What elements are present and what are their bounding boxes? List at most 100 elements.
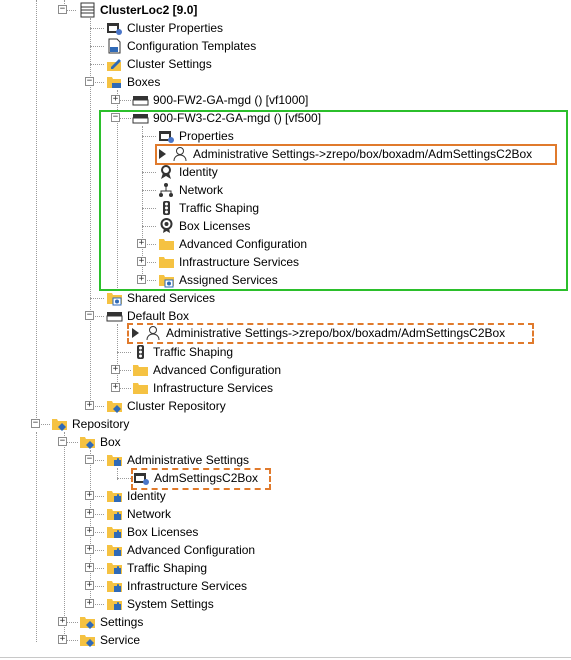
tree-item-shared-services[interactable]: Shared Services: [106, 289, 215, 307]
expand-toggle[interactable]: +: [111, 365, 120, 374]
expand-toggle[interactable]: +: [58, 635, 67, 644]
repository-folder-icon: [79, 632, 96, 648]
collapse-toggle[interactable]: −: [31, 419, 40, 428]
tree-item-label: Administrative Settings: [127, 453, 250, 467]
tree-item-repo-traffic-shaping[interactable]: Traffic Shaping: [106, 559, 207, 577]
tree-item-configuration-templates[interactable]: Configuration Templates: [106, 37, 256, 55]
tree-item-label: Identity: [179, 165, 218, 179]
puzzle-folder-icon: [106, 542, 123, 558]
tree-item-label: Network: [179, 183, 224, 197]
traffic-light-icon: [132, 344, 149, 360]
puzzle-folder-icon: [106, 560, 123, 576]
tree-item-default-box[interactable]: Default Box: [106, 307, 189, 325]
tree-line: [36, 0, 37, 420]
puzzle-folder-icon: [106, 578, 123, 594]
tree-item-infrastructure-services[interactable]: Infrastructure Services: [158, 253, 299, 271]
tree-item-identity[interactable]: Identity: [158, 163, 218, 181]
tree-item-box-licenses[interactable]: Box Licenses: [158, 217, 250, 235]
box-icon: [132, 92, 149, 108]
tree-item-assigned-services[interactable]: Assigned Services: [158, 271, 278, 289]
link-arrow-icon: [159, 149, 166, 159]
tree-item-label: Settings: [100, 615, 144, 629]
tree-item-advanced-configuration-2[interactable]: Advanced Configuration: [132, 361, 281, 379]
tree-item-repo-infrastructure-services[interactable]: Infrastructure Services: [106, 577, 247, 595]
tree-item-cluster-repository[interactable]: Cluster Repository: [106, 397, 226, 415]
collapse-toggle[interactable]: −: [85, 455, 94, 464]
tree-item-traffic-shaping-2[interactable]: Traffic Shaping: [132, 343, 233, 361]
tree-line: [90, 46, 104, 47]
folder-icon: [158, 236, 175, 252]
tree-item-admin-link-1[interactable]: Administrative Settings->zrepo/box/boxad…: [159, 145, 532, 163]
collapse-toggle[interactable]: −: [58, 437, 67, 446]
puzzle-folder-icon: [106, 488, 123, 504]
tree-item-label: Identity: [127, 489, 166, 503]
tree-line: [117, 478, 131, 479]
expand-toggle[interactable]: +: [111, 383, 120, 392]
tree-line: [90, 28, 104, 29]
expand-toggle[interactable]: +: [85, 491, 94, 500]
tree-item-label: Traffic Shaping: [153, 345, 234, 359]
tree-item-repo-admin-settings[interactable]: Administrative Settings: [106, 451, 249, 469]
repository-folder-icon: [79, 434, 96, 450]
tree-item-label: Box: [100, 435, 121, 449]
tree-item-cluster-properties[interactable]: Cluster Properties: [106, 19, 223, 37]
tree-item-repo-system-settings[interactable]: System Settings: [106, 595, 214, 613]
tree-item-label: Advanced Configuration: [179, 237, 308, 251]
collapse-toggle[interactable]: −: [85, 77, 94, 86]
collapse-toggle[interactable]: −: [85, 311, 94, 320]
settings-pencil-icon: [106, 56, 123, 72]
box-icon: [106, 308, 123, 324]
tree-item-network[interactable]: Network: [158, 181, 223, 199]
tree-item-label: Advanced Configuration: [127, 543, 256, 557]
expand-toggle[interactable]: +: [85, 401, 94, 410]
tree-item-box-fw2[interactable]: 900-FW2-GA-mgd () [vf1000]: [132, 91, 308, 109]
tree-item-repository[interactable]: Repository: [51, 415, 129, 433]
tree-item-box-fw3[interactable]: 900-FW3-C2-GA-mgd () [vf500]: [132, 109, 321, 127]
traffic-light-icon: [158, 200, 175, 216]
expand-toggle[interactable]: +: [85, 509, 94, 518]
puzzle-folder-icon: [106, 596, 123, 612]
expand-toggle[interactable]: +: [85, 581, 94, 590]
tree-item-label: Infrastructure Services: [127, 579, 248, 593]
expand-toggle[interactable]: +: [85, 545, 94, 554]
identity-icon: [158, 164, 175, 180]
tree-item-label: Network: [127, 507, 172, 521]
expand-toggle[interactable]: +: [58, 617, 67, 626]
network-icon: [158, 182, 175, 198]
repository-folder-icon: [106, 398, 123, 414]
tree-item-service[interactable]: Service: [79, 631, 140, 649]
puzzle-folder-icon: [106, 452, 123, 468]
tree-item-repo-identity[interactable]: Identity: [106, 487, 166, 505]
tree-item-traffic-shaping[interactable]: Traffic Shaping: [158, 199, 259, 217]
tree-item-cluster-settings[interactable]: Cluster Settings: [106, 55, 212, 73]
tree-item-label: ClusterLoc2 [9.0]: [100, 3, 198, 17]
user-icon: [145, 325, 162, 341]
tree-item-repo-adm-c2box[interactable]: AdmSettingsC2Box: [133, 469, 258, 487]
tree-item-advanced-configuration[interactable]: Advanced Configuration: [158, 235, 307, 253]
tree-line: [36, 432, 37, 642]
expand-toggle[interactable]: +: [111, 95, 120, 104]
tree-item-admin-link-2[interactable]: Administrative Settings->zrepo/box/boxad…: [132, 324, 505, 342]
expand-toggle[interactable]: +: [85, 563, 94, 572]
tree-item-infrastructure-services-2[interactable]: Infrastructure Services: [132, 379, 273, 397]
tree-item-settings[interactable]: Settings: [79, 613, 143, 631]
tree-item-boxes[interactable]: Boxes: [106, 73, 160, 91]
tree-line: [90, 64, 104, 65]
tree-item-label: Properties: [179, 129, 234, 143]
tree-item-label: Administrative Settings->zrepo/box/boxad…: [166, 326, 506, 340]
folder-open-icon: [106, 74, 123, 90]
tree-item-repo-network[interactable]: Network: [106, 505, 171, 523]
tree-item-repo-box[interactable]: Box: [79, 433, 121, 451]
tree-item-properties[interactable]: Properties: [158, 127, 234, 145]
tree-item-cluster[interactable]: ClusterLoc2 [9.0]: [79, 1, 197, 19]
expand-toggle[interactable]: +: [85, 527, 94, 536]
config-tree: − − + − + + + − + + + − − − + + + + + + …: [0, 0, 571, 660]
tree-item-repo-box-licenses[interactable]: Box Licenses: [106, 523, 198, 541]
folder-icon: [132, 380, 149, 396]
tree-item-repo-advanced-configuration[interactable]: Advanced Configuration: [106, 541, 255, 559]
tree-item-label: Shared Services: [127, 291, 216, 305]
collapse-toggle[interactable]: −: [58, 5, 67, 14]
properties-icon: [106, 20, 123, 36]
expand-toggle[interactable]: +: [85, 599, 94, 608]
tree-item-label: Service: [100, 633, 141, 647]
